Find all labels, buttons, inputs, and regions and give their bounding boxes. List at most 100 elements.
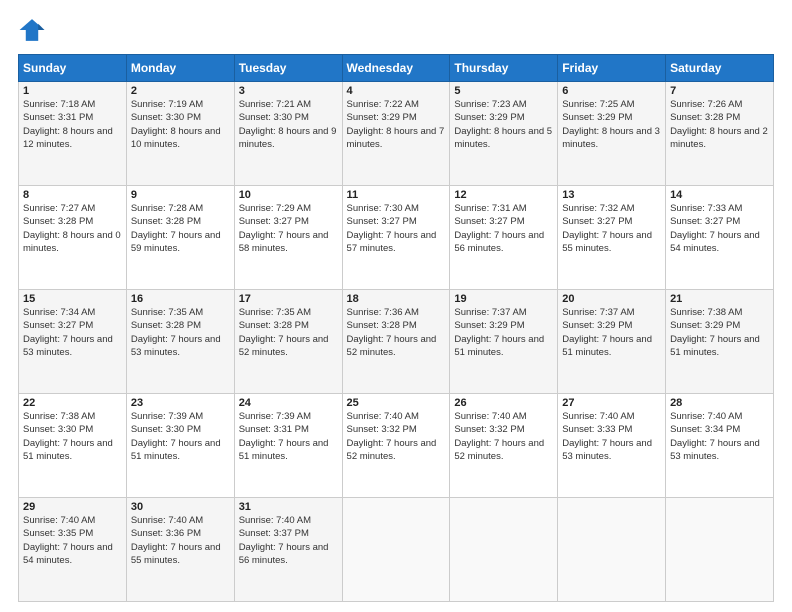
cell-day-number: 23 [131, 397, 230, 409]
cell-day-number: 11 [347, 189, 446, 201]
cell-info: Sunrise: 7:38 AMSunset: 3:29 PMDaylight:… [670, 306, 769, 359]
calendar-week-row: 29 Sunrise: 7:40 AMSunset: 3:35 PMDaylig… [19, 498, 774, 602]
cell-day-number: 29 [23, 501, 122, 513]
cell-info: Sunrise: 7:23 AMSunset: 3:29 PMDaylight:… [454, 98, 553, 151]
calendar-cell: 27 Sunrise: 7:40 AMSunset: 3:33 PMDaylig… [558, 394, 666, 498]
cell-day-number: 10 [239, 189, 338, 201]
cell-day-number: 2 [131, 85, 230, 97]
cell-info: Sunrise: 7:22 AMSunset: 3:29 PMDaylight:… [347, 98, 446, 151]
calendar-cell: 23 Sunrise: 7:39 AMSunset: 3:30 PMDaylig… [126, 394, 234, 498]
cell-info: Sunrise: 7:25 AMSunset: 3:29 PMDaylight:… [562, 98, 661, 151]
cell-info: Sunrise: 7:30 AMSunset: 3:27 PMDaylight:… [347, 202, 446, 255]
cell-info: Sunrise: 7:21 AMSunset: 3:30 PMDaylight:… [239, 98, 338, 151]
calendar-cell: 21 Sunrise: 7:38 AMSunset: 3:29 PMDaylig… [666, 290, 774, 394]
cell-info: Sunrise: 7:35 AMSunset: 3:28 PMDaylight:… [131, 306, 230, 359]
calendar-cell: 19 Sunrise: 7:37 AMSunset: 3:29 PMDaylig… [450, 290, 558, 394]
cell-day-number: 30 [131, 501, 230, 513]
cell-info: Sunrise: 7:40 AMSunset: 3:34 PMDaylight:… [670, 410, 769, 463]
calendar-week-row: 22 Sunrise: 7:38 AMSunset: 3:30 PMDaylig… [19, 394, 774, 498]
cell-day-number: 27 [562, 397, 661, 409]
cell-day-number: 17 [239, 293, 338, 305]
calendar-table: SundayMondayTuesdayWednesdayThursdayFrid… [18, 54, 774, 602]
calendar-cell: 3 Sunrise: 7:21 AMSunset: 3:30 PMDayligh… [234, 82, 342, 186]
cell-info: Sunrise: 7:18 AMSunset: 3:31 PMDaylight:… [23, 98, 122, 151]
day-header-monday: Monday [126, 55, 234, 82]
calendar-cell: 18 Sunrise: 7:36 AMSunset: 3:28 PMDaylig… [342, 290, 450, 394]
cell-day-number: 26 [454, 397, 553, 409]
page: SundayMondayTuesdayWednesdayThursdayFrid… [0, 0, 792, 612]
logo-icon [18, 16, 46, 44]
cell-day-number: 24 [239, 397, 338, 409]
calendar-cell: 8 Sunrise: 7:27 AMSunset: 3:28 PMDayligh… [19, 186, 127, 290]
cell-info: Sunrise: 7:29 AMSunset: 3:27 PMDaylight:… [239, 202, 338, 255]
cell-day-number: 7 [670, 85, 769, 97]
cell-info: Sunrise: 7:19 AMSunset: 3:30 PMDaylight:… [131, 98, 230, 151]
cell-day-number: 19 [454, 293, 553, 305]
calendar-cell: 15 Sunrise: 7:34 AMSunset: 3:27 PMDaylig… [19, 290, 127, 394]
header [18, 16, 774, 44]
cell-info: Sunrise: 7:37 AMSunset: 3:29 PMDaylight:… [454, 306, 553, 359]
logo [18, 16, 50, 44]
calendar-cell: 14 Sunrise: 7:33 AMSunset: 3:27 PMDaylig… [666, 186, 774, 290]
calendar-cell: 16 Sunrise: 7:35 AMSunset: 3:28 PMDaylig… [126, 290, 234, 394]
cell-info: Sunrise: 7:33 AMSunset: 3:27 PMDaylight:… [670, 202, 769, 255]
cell-day-number: 22 [23, 397, 122, 409]
cell-day-number: 9 [131, 189, 230, 201]
cell-info: Sunrise: 7:37 AMSunset: 3:29 PMDaylight:… [562, 306, 661, 359]
cell-day-number: 13 [562, 189, 661, 201]
cell-info: Sunrise: 7:40 AMSunset: 3:33 PMDaylight:… [562, 410, 661, 463]
cell-info: Sunrise: 7:32 AMSunset: 3:27 PMDaylight:… [562, 202, 661, 255]
cell-info: Sunrise: 7:39 AMSunset: 3:30 PMDaylight:… [131, 410, 230, 463]
calendar-cell: 31 Sunrise: 7:40 AMSunset: 3:37 PMDaylig… [234, 498, 342, 602]
calendar-cell [450, 498, 558, 602]
cell-info: Sunrise: 7:40 AMSunset: 3:35 PMDaylight:… [23, 514, 122, 567]
cell-info: Sunrise: 7:31 AMSunset: 3:27 PMDaylight:… [454, 202, 553, 255]
calendar-cell: 12 Sunrise: 7:31 AMSunset: 3:27 PMDaylig… [450, 186, 558, 290]
calendar-cell: 11 Sunrise: 7:30 AMSunset: 3:27 PMDaylig… [342, 186, 450, 290]
cell-day-number: 25 [347, 397, 446, 409]
calendar-cell: 29 Sunrise: 7:40 AMSunset: 3:35 PMDaylig… [19, 498, 127, 602]
cell-info: Sunrise: 7:40 AMSunset: 3:32 PMDaylight:… [347, 410, 446, 463]
calendar-cell: 24 Sunrise: 7:39 AMSunset: 3:31 PMDaylig… [234, 394, 342, 498]
cell-info: Sunrise: 7:40 AMSunset: 3:37 PMDaylight:… [239, 514, 338, 567]
calendar-week-row: 1 Sunrise: 7:18 AMSunset: 3:31 PMDayligh… [19, 82, 774, 186]
cell-day-number: 18 [347, 293, 446, 305]
cell-day-number: 31 [239, 501, 338, 513]
day-header-tuesday: Tuesday [234, 55, 342, 82]
cell-info: Sunrise: 7:36 AMSunset: 3:28 PMDaylight:… [347, 306, 446, 359]
calendar-cell: 22 Sunrise: 7:38 AMSunset: 3:30 PMDaylig… [19, 394, 127, 498]
cell-info: Sunrise: 7:38 AMSunset: 3:30 PMDaylight:… [23, 410, 122, 463]
calendar-cell: 10 Sunrise: 7:29 AMSunset: 3:27 PMDaylig… [234, 186, 342, 290]
cell-info: Sunrise: 7:35 AMSunset: 3:28 PMDaylight:… [239, 306, 338, 359]
day-header-friday: Friday [558, 55, 666, 82]
calendar-week-row: 15 Sunrise: 7:34 AMSunset: 3:27 PMDaylig… [19, 290, 774, 394]
cell-day-number: 14 [670, 189, 769, 201]
calendar-cell [558, 498, 666, 602]
cell-day-number: 12 [454, 189, 553, 201]
calendar-cell: 4 Sunrise: 7:22 AMSunset: 3:29 PMDayligh… [342, 82, 450, 186]
calendar-header-row: SundayMondayTuesdayWednesdayThursdayFrid… [19, 55, 774, 82]
calendar-cell: 30 Sunrise: 7:40 AMSunset: 3:36 PMDaylig… [126, 498, 234, 602]
day-header-saturday: Saturday [666, 55, 774, 82]
calendar-cell: 28 Sunrise: 7:40 AMSunset: 3:34 PMDaylig… [666, 394, 774, 498]
calendar-cell: 13 Sunrise: 7:32 AMSunset: 3:27 PMDaylig… [558, 186, 666, 290]
calendar-cell: 5 Sunrise: 7:23 AMSunset: 3:29 PMDayligh… [450, 82, 558, 186]
cell-day-number: 4 [347, 85, 446, 97]
calendar-cell: 9 Sunrise: 7:28 AMSunset: 3:28 PMDayligh… [126, 186, 234, 290]
cell-info: Sunrise: 7:34 AMSunset: 3:27 PMDaylight:… [23, 306, 122, 359]
cell-day-number: 3 [239, 85, 338, 97]
cell-day-number: 5 [454, 85, 553, 97]
cell-day-number: 16 [131, 293, 230, 305]
day-header-thursday: Thursday [450, 55, 558, 82]
calendar-cell: 26 Sunrise: 7:40 AMSunset: 3:32 PMDaylig… [450, 394, 558, 498]
calendar-cell [342, 498, 450, 602]
cell-day-number: 15 [23, 293, 122, 305]
calendar-cell: 20 Sunrise: 7:37 AMSunset: 3:29 PMDaylig… [558, 290, 666, 394]
calendar-cell: 2 Sunrise: 7:19 AMSunset: 3:30 PMDayligh… [126, 82, 234, 186]
cell-day-number: 20 [562, 293, 661, 305]
cell-day-number: 28 [670, 397, 769, 409]
calendar-cell: 25 Sunrise: 7:40 AMSunset: 3:32 PMDaylig… [342, 394, 450, 498]
calendar-cell: 17 Sunrise: 7:35 AMSunset: 3:28 PMDaylig… [234, 290, 342, 394]
calendar-cell: 6 Sunrise: 7:25 AMSunset: 3:29 PMDayligh… [558, 82, 666, 186]
cell-info: Sunrise: 7:27 AMSunset: 3:28 PMDaylight:… [23, 202, 122, 255]
